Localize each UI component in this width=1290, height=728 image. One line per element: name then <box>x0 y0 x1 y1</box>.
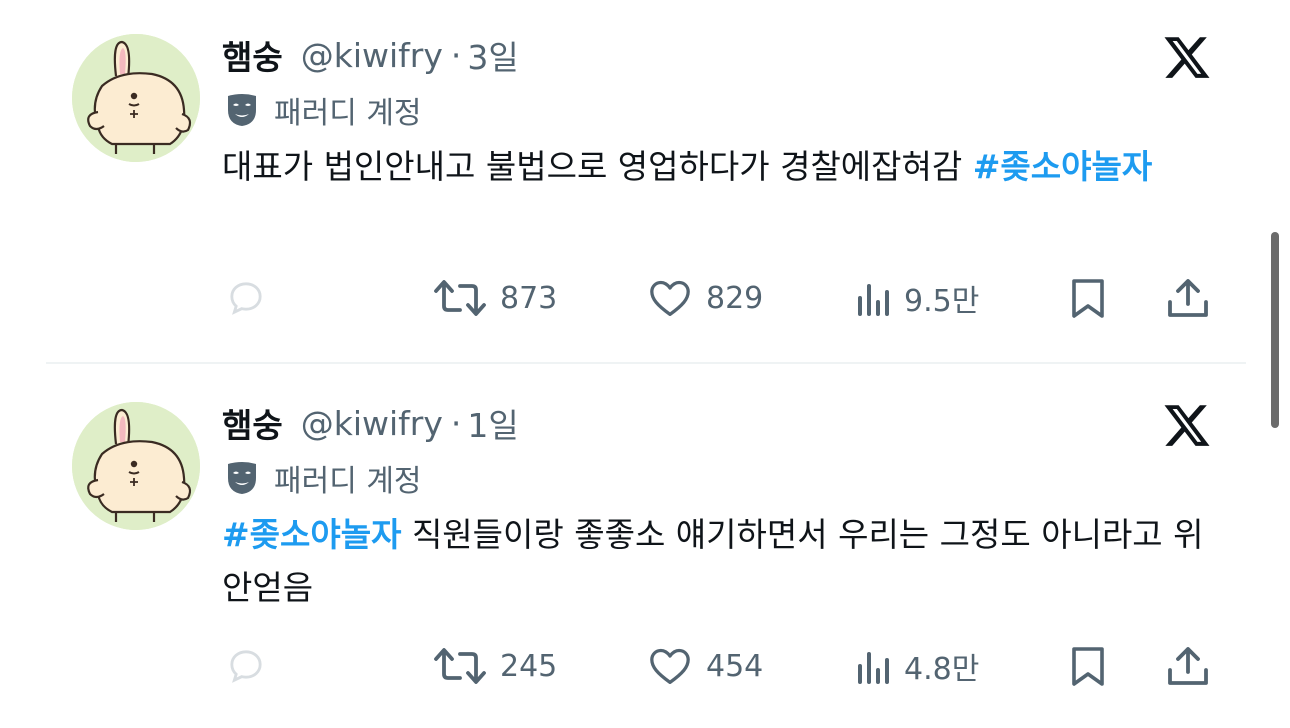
hashtag-link[interactable]: #좆소야놀자 <box>973 147 1152 186</box>
like-icon <box>646 278 694 318</box>
like-count: 454 <box>706 648 764 684</box>
user-handle[interactable]: @kiwifry <box>301 36 443 75</box>
retweet-icon <box>432 646 488 686</box>
parody-mask-icon <box>222 90 262 130</box>
bookmark-icon <box>1066 644 1110 688</box>
x-logo-icon <box>1162 32 1212 82</box>
share-icon <box>1164 644 1212 688</box>
retweet-count: 245 <box>500 648 558 684</box>
tweet-time[interactable]: 3일 <box>467 31 518 79</box>
avatar[interactable] <box>72 34 200 162</box>
tweet-time[interactable]: 1일 <box>467 399 518 447</box>
like-icon <box>646 646 694 686</box>
reply-icon <box>226 278 266 318</box>
like-count: 829 <box>706 280 764 316</box>
tweet-divider <box>46 362 1246 364</box>
tweet-text: 대표가 법인안내고 불법으로 영업하다가 경찰에잡혀감 #좆소야놀자 <box>222 140 1212 193</box>
parody-label: 패러디 계정 <box>274 96 422 131</box>
parody-label: 패러디 계정 <box>274 464 422 499</box>
bookmark-icon <box>1066 276 1110 320</box>
retweet-button[interactable]: 873 <box>432 274 557 322</box>
reply-button[interactable] <box>226 274 266 322</box>
tweet-body: 대표가 법인안내고 불법으로 영업하다가 경찰에잡혀감 <box>222 147 973 186</box>
views-button[interactable]: 4.8만 <box>856 642 979 690</box>
bookmark-button[interactable] <box>1066 642 1110 690</box>
share-button[interactable] <box>1164 642 1212 690</box>
user-handle[interactable]: @kiwifry <box>301 404 443 443</box>
retweet-button[interactable]: 245 <box>432 642 557 690</box>
views-button[interactable]: 9.5만 <box>856 274 979 322</box>
tweet-feed: 햄숭 @kiwifry · 3일 패러디 계정 대표가 법인안내고 불법으로 영… <box>0 0 1290 728</box>
like-button[interactable]: 454 <box>646 642 763 690</box>
views-count: 4.8만 <box>904 652 980 687</box>
parody-account-label: 패러디 계정 <box>222 456 422 500</box>
display-name[interactable]: 햄숭 <box>222 399 283 447</box>
display-name[interactable]: 햄숭 <box>222 31 283 79</box>
views-count: 9.5만 <box>904 284 980 319</box>
tweet-header: 햄숭 @kiwifry · 3일 <box>222 30 519 80</box>
separator-dot: · <box>450 403 462 443</box>
retweet-count: 873 <box>500 280 558 316</box>
parody-account-label: 패러디 계정 <box>222 88 422 132</box>
tweet-actions: 873 829 9.5만 <box>0 274 1290 322</box>
views-icon <box>856 646 892 686</box>
avatar[interactable] <box>72 402 200 530</box>
share-icon <box>1164 276 1212 320</box>
bookmark-button[interactable] <box>1066 274 1110 322</box>
tweet-text: #좆소야놀자 직원들이랑 좋좋소 얘기하면서 우리는 그정도 아니라고 위안얻음 <box>222 508 1212 614</box>
scrollbar[interactable] <box>1271 232 1279 428</box>
parody-mask-icon <box>222 458 262 498</box>
retweet-icon <box>432 278 488 318</box>
hashtag-link[interactable]: #좆소야놀자 <box>222 515 401 554</box>
x-logo-icon <box>1162 400 1212 450</box>
tweet-header: 햄숭 @kiwifry · 1일 <box>222 398 519 448</box>
separator-dot: · <box>450 35 462 75</box>
reply-icon <box>226 646 266 686</box>
share-button[interactable] <box>1164 274 1212 322</box>
like-button[interactable]: 829 <box>646 274 763 322</box>
tweet-actions: 245 454 4.8만 <box>0 642 1290 690</box>
views-icon <box>856 278 892 318</box>
reply-button[interactable] <box>226 642 266 690</box>
